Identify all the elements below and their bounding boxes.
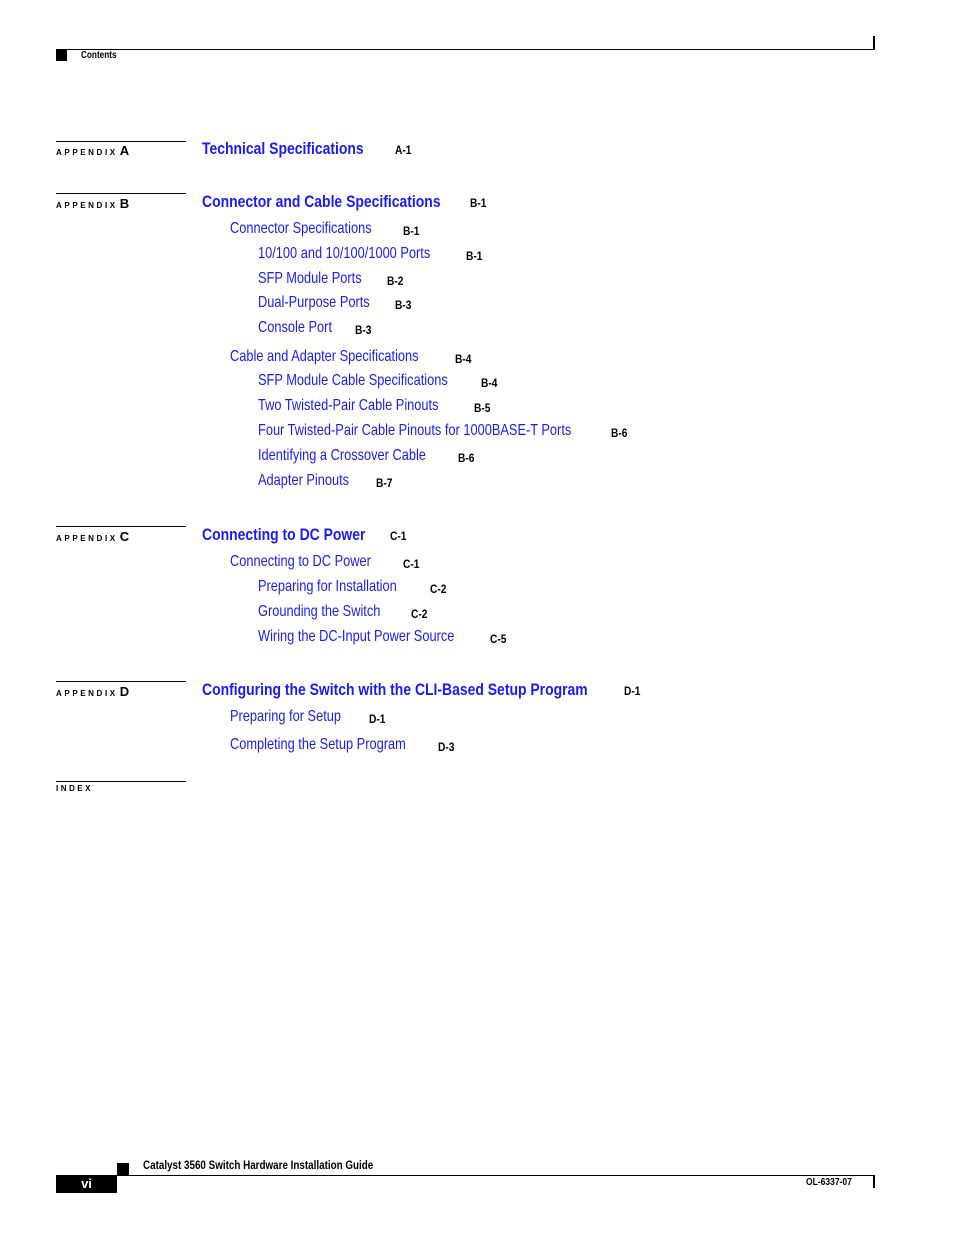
index-link[interactable]: INDEX xyxy=(56,784,93,793)
toc-entry[interactable]: Preparing for Setup xyxy=(230,708,369,726)
toc-title[interactable]: Two Twisted-Pair Cable Pinouts xyxy=(258,397,438,415)
footer-page-number: vi xyxy=(56,1175,117,1193)
toc-title[interactable]: Technical Specifications xyxy=(202,139,364,159)
toc-entry-appendix-c[interactable]: Connecting to DC Power xyxy=(202,525,401,545)
toc-entry[interactable]: Four Twisted-Pair Cable Pinouts for 1000… xyxy=(258,422,650,440)
appendix-letter: C xyxy=(119,529,130,544)
toc-entry[interactable]: Completing the Setup Program xyxy=(230,736,450,754)
header-corner-tick xyxy=(873,36,875,50)
toc-entry[interactable]: Console Port xyxy=(258,319,351,337)
appendix-tag: APPENDIX xyxy=(56,148,118,157)
toc-title[interactable]: Connector Specifications xyxy=(230,220,372,238)
toc-page-number: B-7 xyxy=(376,476,393,490)
toc-title[interactable]: Cable and Adapter Specifications xyxy=(230,348,419,366)
toc-title[interactable]: Console Port xyxy=(258,319,332,337)
toc-page-number: D-1 xyxy=(369,712,386,726)
toc-title[interactable]: Identifying a Crossover Cable xyxy=(258,447,426,465)
toc-page-number: B-1 xyxy=(470,196,487,210)
footer-marker xyxy=(117,1163,129,1175)
toc-page-number: C-1 xyxy=(403,557,420,571)
toc-page-number: C-1 xyxy=(390,529,407,543)
toc-title[interactable]: SFP Module Ports xyxy=(258,270,362,288)
toc-entry-appendix-d[interactable]: Configuring the Switch with the CLI-Base… xyxy=(202,680,672,700)
toc-title[interactable]: Preparing for Installation xyxy=(258,578,397,596)
toc-entry[interactable]: Cable and Adapter Specifications xyxy=(230,348,466,366)
index-rule xyxy=(56,781,186,782)
toc-title[interactable]: Four Twisted-Pair Cable Pinouts for 1000… xyxy=(258,422,571,440)
toc-title[interactable]: Completing the Setup Program xyxy=(230,736,406,754)
toc-entry-appendix-a[interactable]: Technical Specifications xyxy=(202,139,399,159)
appendix-tag: APPENDIX xyxy=(56,689,118,698)
appendix-a-rule xyxy=(56,141,186,142)
toc-page-number: B-1 xyxy=(403,224,420,238)
toc-page-number: B-6 xyxy=(611,426,628,440)
toc-page-number: B-1 xyxy=(466,249,483,263)
appendix-b-rule xyxy=(56,193,186,194)
toc-title[interactable]: Dual-Purpose Ports xyxy=(258,294,370,312)
appendix-a-label: APPENDIX A xyxy=(56,143,129,158)
header-rule xyxy=(56,49,875,50)
footer-doc-number: OL-6337-07 xyxy=(806,1177,852,1188)
toc-page-number: B-3 xyxy=(395,298,412,312)
toc-page-number: D-3 xyxy=(438,740,455,754)
toc-page-number: D-1 xyxy=(624,684,641,698)
toc-page-number: B-2 xyxy=(387,274,404,288)
toc-title[interactable]: Wiring the DC-Input Power Source xyxy=(258,628,454,646)
toc-entry[interactable]: 10/100 and 10/100/1000 Ports xyxy=(258,245,473,263)
toc-entry[interactable]: Preparing for Installation xyxy=(258,578,431,596)
toc-title[interactable]: Configuring the Switch with the CLI-Base… xyxy=(202,680,588,700)
appendix-letter: D xyxy=(119,684,130,699)
toc-page-number: A-1 xyxy=(395,143,412,157)
toc-page-number: C-5 xyxy=(490,632,507,646)
appendix-c-rule xyxy=(56,526,186,527)
toc-entry[interactable]: SFP Module Ports xyxy=(258,270,388,288)
running-header: Contents xyxy=(81,50,117,61)
toc-page-number: B-5 xyxy=(474,401,491,415)
toc-entry[interactable]: Dual-Purpose Ports xyxy=(258,294,398,312)
toc-entry-appendix-b[interactable]: Connector and Cable Specifications xyxy=(202,192,493,212)
toc-page-number: C-2 xyxy=(430,582,447,596)
toc-title[interactable]: Connecting to DC Power xyxy=(230,553,371,571)
toc-title[interactable]: Connecting to DC Power xyxy=(202,525,365,545)
toc-title[interactable]: Connector and Cable Specifications xyxy=(202,192,441,212)
footer-guide-title: Catalyst 3560 Switch Hardware Installati… xyxy=(143,1158,374,1172)
appendix-letter: B xyxy=(119,196,130,211)
toc-entry[interactable]: Identifying a Crossover Cable xyxy=(258,447,468,465)
appendix-b-label: APPENDIX B xyxy=(56,196,129,211)
footer-rule xyxy=(117,1175,875,1176)
appendix-tag: APPENDIX xyxy=(56,534,118,543)
toc-entry[interactable]: Grounding the Switch xyxy=(258,603,411,621)
toc-title[interactable]: SFP Module Cable Specifications xyxy=(258,372,448,390)
toc-page-number: B-4 xyxy=(481,376,498,390)
toc-title[interactable]: Adapter Pinouts xyxy=(258,472,349,490)
toc-page-number: C-2 xyxy=(411,607,428,621)
appendix-tag: APPENDIX xyxy=(56,201,118,210)
footer-corner-tick xyxy=(873,1175,875,1188)
toc-entry[interactable]: Connecting to DC Power xyxy=(230,553,406,571)
header-marker xyxy=(56,50,67,61)
toc-entry[interactable]: SFP Module Cable Specifications xyxy=(258,372,495,390)
appendix-c-label: APPENDIX C xyxy=(56,529,129,544)
toc-title[interactable]: 10/100 and 10/100/1000 Ports xyxy=(258,245,430,263)
toc-entry[interactable]: Two Twisted-Pair Cable Pinouts xyxy=(258,397,484,415)
toc-title[interactable]: Preparing for Setup xyxy=(230,708,341,726)
toc-entry[interactable]: Adapter Pinouts xyxy=(258,472,372,490)
appendix-d-label: APPENDIX D xyxy=(56,684,129,699)
toc-title[interactable]: Grounding the Switch xyxy=(258,603,380,621)
toc-page-number: B-4 xyxy=(455,352,472,366)
toc-entry[interactable]: Connector Specifications xyxy=(230,220,407,238)
toc-page-number: B-6 xyxy=(458,451,475,465)
appendix-letter: A xyxy=(119,143,130,158)
toc-entry[interactable]: Wiring the DC-Input Power Source xyxy=(258,628,503,646)
appendix-d-rule xyxy=(56,681,186,682)
toc-page-number: B-3 xyxy=(355,323,372,337)
